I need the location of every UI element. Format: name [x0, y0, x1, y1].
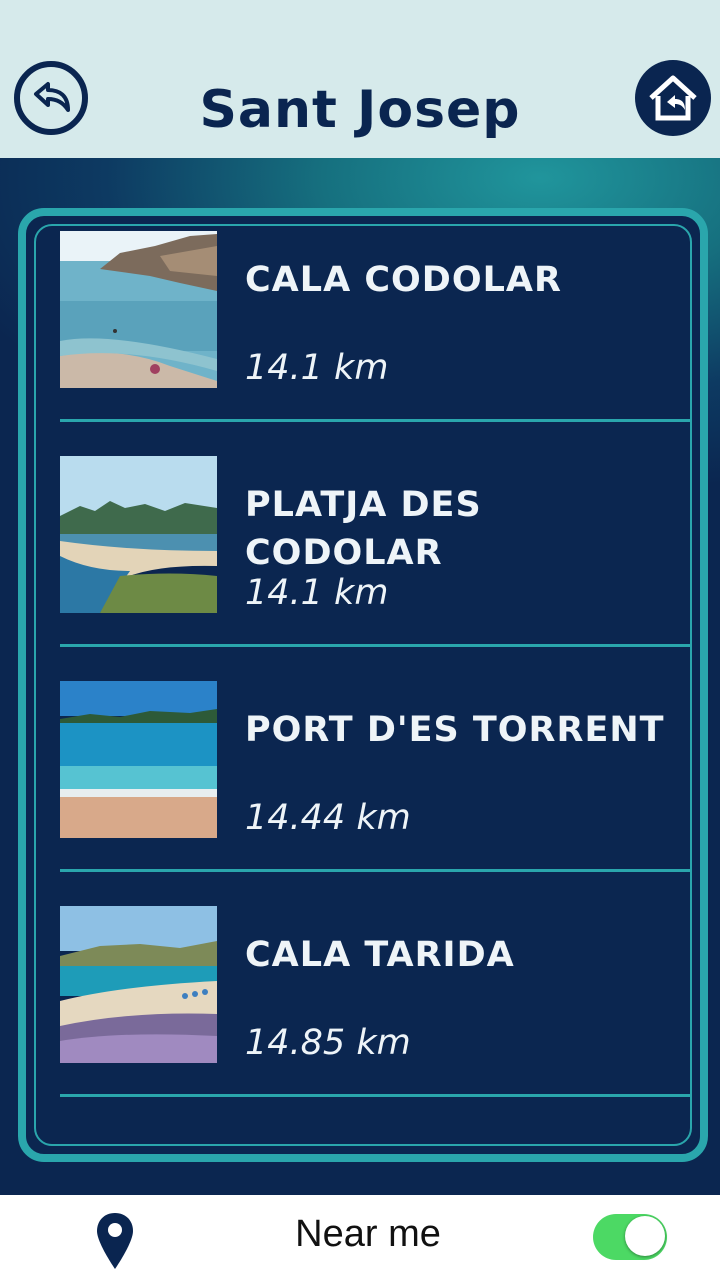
- beach-distance: 14.1 km: [245, 573, 389, 613]
- beach-list: CALA CODOLAR 14.1 km PLATJA DES CODOLAR …: [60, 222, 692, 1122]
- divider: [60, 419, 692, 422]
- beach-list-item[interactable]: PLATJA DES CODOLAR 14.1 km: [60, 447, 692, 672]
- beach-sandbar-photo: [60, 456, 217, 613]
- home-button[interactable]: [635, 60, 711, 136]
- beach-name: PLATJA DES CODOLAR: [245, 485, 482, 573]
- beach-turquoise-photo: [60, 681, 217, 838]
- beach-distance: 14.1 km: [245, 348, 389, 388]
- toggle-knob: [625, 1216, 665, 1256]
- beach-name: CALA TARIDA: [245, 935, 515, 975]
- beach-list-item[interactable]: CALA CODOLAR 14.1 km: [60, 222, 692, 447]
- page-title: Sant Josep: [199, 80, 521, 140]
- beach-list-item[interactable]: PORT D'ES TORRENT 14.44 km: [60, 672, 692, 897]
- near-me-toggle[interactable]: [593, 1214, 667, 1260]
- beach-flowers-photo: [60, 906, 217, 1063]
- beach-distance: 14.44 km: [245, 798, 411, 838]
- header-bar: Sant Josep: [0, 0, 720, 158]
- beach-cove-photo: [60, 231, 217, 388]
- beach-list-item[interactable]: CALA TARIDA 14.85 km: [60, 897, 692, 1122]
- divider: [60, 644, 692, 647]
- beach-distance: 14.85 km: [245, 1023, 411, 1063]
- beach-name: CALA CODOLAR: [245, 260, 562, 300]
- bottom-bar: Near me: [0, 1195, 720, 1280]
- beach-name: PORT D'ES TORRENT: [245, 710, 665, 750]
- divider: [60, 869, 692, 872]
- divider: [60, 1094, 692, 1097]
- home-icon: [649, 75, 697, 121]
